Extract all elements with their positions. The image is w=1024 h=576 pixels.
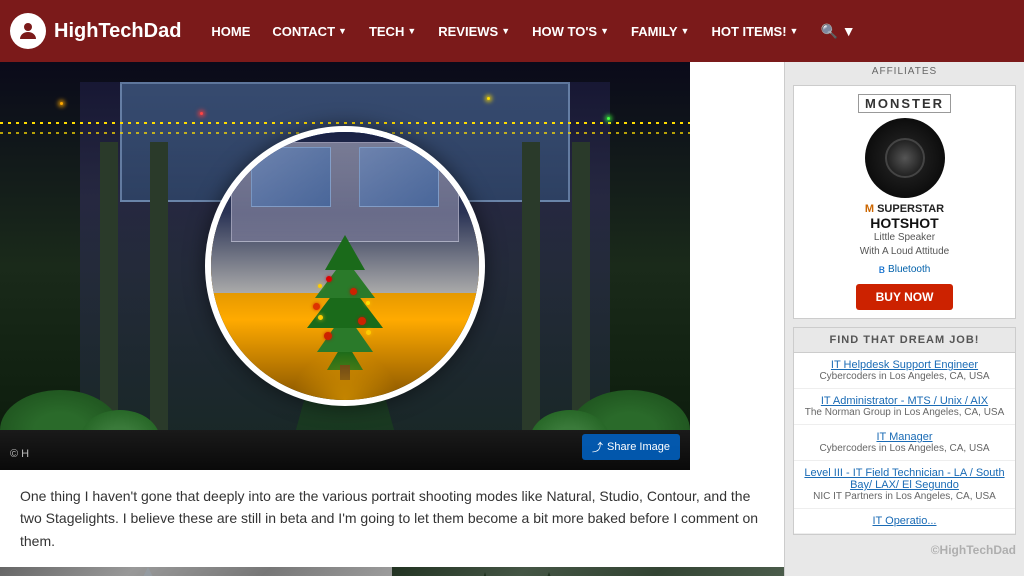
job-listing: IT Manager Cybercoders in Los Angeles, C… (794, 425, 1015, 461)
job-title-link[interactable]: IT Administrator - MTS / Unix / AIX (804, 395, 1005, 407)
nav-family[interactable]: FAMILY ▼ (621, 20, 699, 43)
logo-area[interactable]: HighTechDad (10, 13, 181, 49)
bottom-images (0, 567, 784, 576)
article-paragraph: One thing I haven't gone that deeply int… (20, 485, 764, 552)
article-body: One thing I haven't gone that deeply int… (0, 470, 784, 567)
job-company: NIC IT Partners in Los Angeles, CA, USA (804, 491, 1005, 502)
copyright-label: © H (10, 448, 29, 460)
dream-job-header: FIND THAT DREAM JOB! (794, 328, 1015, 353)
job-listing: IT Operatio... (794, 509, 1015, 534)
site-title: HighTechDad (54, 20, 181, 43)
dream-job-section: FIND THAT DREAM JOB! IT Helpdesk Support… (793, 327, 1016, 535)
job-listing: IT Helpdesk Support Engineer Cybercoders… (794, 353, 1015, 389)
chevron-down-icon: ▼ (501, 26, 510, 36)
nav-reviews[interactable]: REVIEWS ▼ (428, 20, 520, 43)
chevron-down-icon: ▼ (790, 26, 799, 36)
job-title-link[interactable]: Level III - IT Field Technician - LA / S… (804, 467, 1005, 491)
content-area: © H ⤴ Share Image One thing I haven't go… (0, 62, 784, 576)
main-nav: HOME CONTACT ▼ TECH ▼ REVIEWS ▼ HOW TO'S… (201, 19, 865, 44)
sidebar: AFFILIATES MONSTER M SUPERSTAR HOTSHOT L… (784, 62, 1024, 576)
monster-ad: MONSTER M SUPERSTAR HOTSHOT Little Speak… (793, 85, 1016, 319)
hero-image: © H ⤴ Share Image (0, 62, 690, 470)
chevron-down-icon: ▼ (600, 26, 609, 36)
job-listing: Level III - IT Field Technician - LA / S… (794, 461, 1015, 509)
affiliates-label: AFFILIATES (785, 62, 1024, 81)
job-company: Cybercoders in Los Angeles, CA, USA (804, 443, 1005, 454)
job-title-link[interactable]: IT Operatio... (804, 515, 1005, 527)
nav-home[interactable]: HOME (201, 20, 260, 43)
bluetooth-badge: ʙ Bluetooth (879, 262, 931, 276)
main-layout: © H ⤴ Share Image One thing I haven't go… (0, 62, 1024, 576)
logo-icon (10, 13, 46, 49)
nav-howtos[interactable]: HOW TO'S ▼ (522, 20, 619, 43)
featured-circle (205, 126, 485, 406)
monster-brand-text: MONSTER (858, 94, 951, 113)
job-title-link[interactable]: IT Helpdesk Support Engineer (804, 359, 1005, 371)
share-image-button[interactable]: ⤴ Share Image (582, 434, 680, 460)
nav-contact[interactable]: CONTACT ▼ (262, 20, 357, 43)
nav-tech[interactable]: TECH ▼ (359, 20, 426, 43)
chevron-down-icon: ▼ (338, 26, 347, 36)
speaker-image (865, 118, 945, 198)
bottom-image-right (392, 567, 784, 576)
search-button[interactable]: 🔍 ▼ (810, 19, 865, 44)
speaker-description: Little Speaker With A Loud Attitude (802, 231, 1007, 259)
circle-image (211, 132, 479, 400)
site-header: HighTechDad HOME CONTACT ▼ TECH ▼ REVIEW… (0, 0, 1024, 62)
job-company: The Norman Group in Los Angeles, CA, USA (804, 407, 1005, 418)
bottom-image-left (0, 567, 392, 576)
job-title-link[interactable]: IT Manager (804, 431, 1005, 443)
monster-logo: MONSTER (802, 94, 1007, 113)
job-company: Cybercoders in Los Angeles, CA, USA (804, 371, 1005, 382)
hotshot-label: M SUPERSTAR HOTSHOT (802, 203, 1007, 231)
chevron-down-icon: ▼ (407, 26, 416, 36)
speaker-grille (885, 138, 925, 178)
share-icon: ⤴ (592, 439, 603, 455)
buy-now-button[interactable]: BUY NOW (856, 284, 954, 310)
chevron-down-icon: ▼ (681, 26, 690, 36)
nav-hotitems[interactable]: HOT ITEMS! ▼ (701, 20, 808, 43)
watermark: ©HighTechDad (784, 541, 1022, 559)
job-listing: IT Administrator - MTS / Unix / AIX The … (794, 389, 1015, 425)
